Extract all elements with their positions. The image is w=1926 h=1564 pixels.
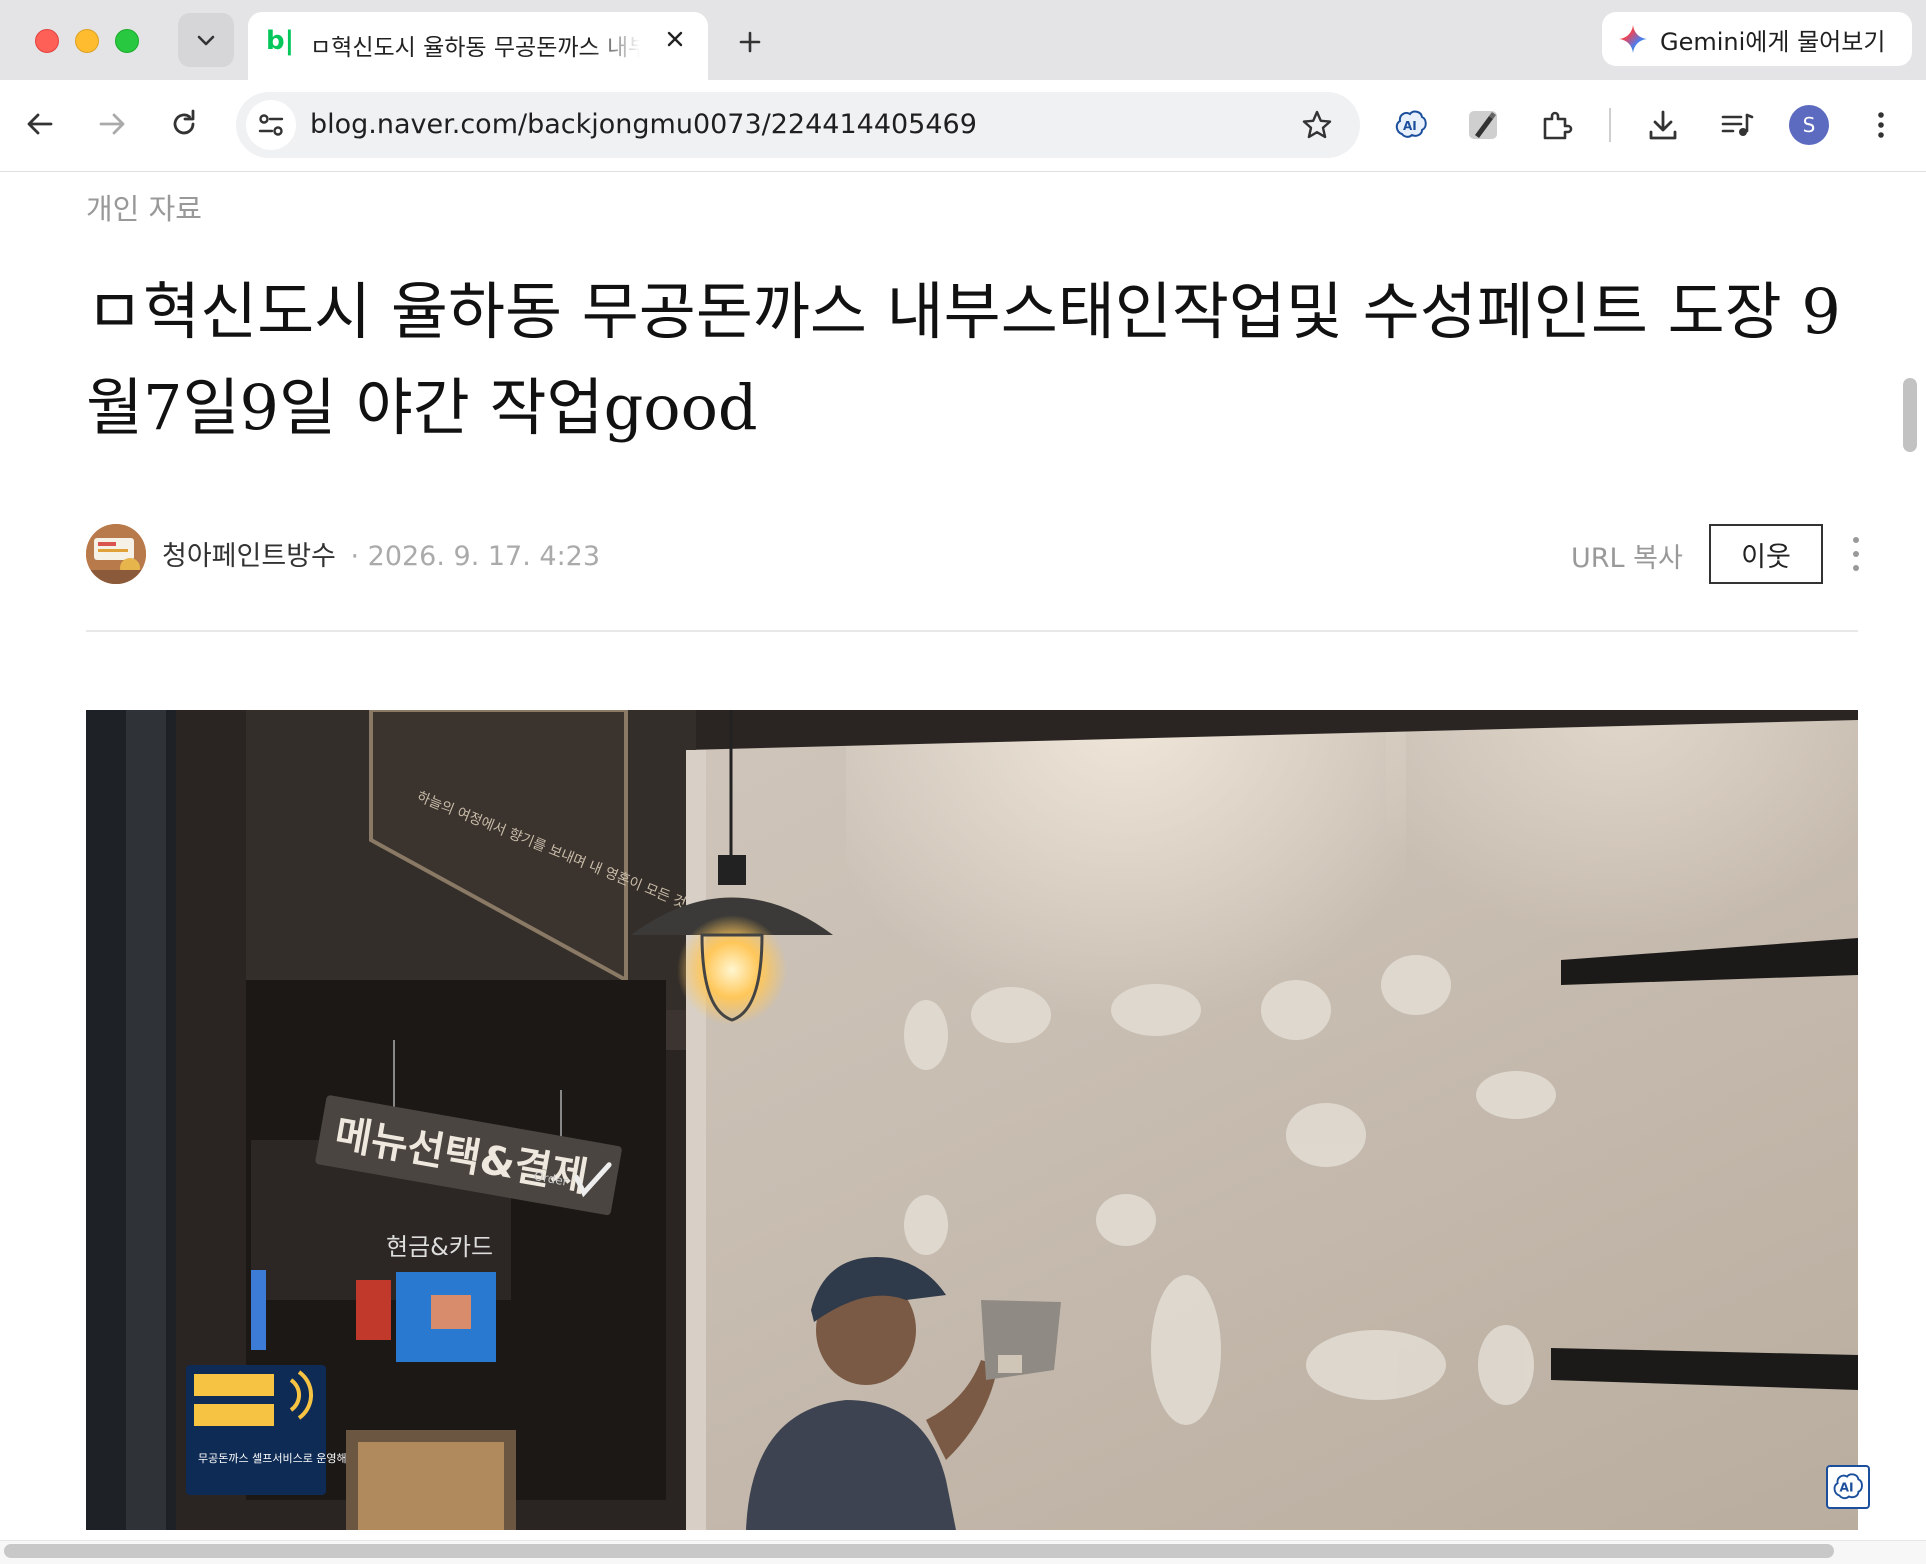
post-photo[interactable]: 하늘의 여정에서 향기를 보내며 내 영혼이 모든 것을 기억하리 메뉴선택&결…	[86, 710, 1858, 1530]
ask-gemini-button[interactable]: Gemini에게 물어보기	[1602, 12, 1912, 66]
browser-toolbar: blog.naver.com/backjongmu0073/2244144054…	[0, 80, 1926, 172]
author-meta: 청아페인트방수 · 2026. 9. 17. 4:23	[162, 534, 600, 573]
post-photo-illustration: 하늘의 여정에서 향기를 보내며 내 영혼이 모든 것을 기억하리 메뉴선택&결…	[86, 710, 1858, 1530]
tab-close-button[interactable]	[658, 22, 692, 56]
author-avatar[interactable]	[86, 524, 146, 584]
maximize-window-button[interactable]	[115, 29, 139, 53]
ai-brain-icon: AI	[1395, 110, 1427, 138]
gemini-label: Gemini에게 물어보기	[1660, 27, 1886, 56]
ai-image-badge[interactable]: AI	[1826, 1465, 1870, 1509]
post-more-button[interactable]	[1846, 534, 1866, 574]
star-icon	[1302, 110, 1332, 139]
brush-icon	[1469, 111, 1497, 139]
bookmark-button[interactable]	[1296, 104, 1338, 146]
add-neighbor-button[interactable]: 이웃	[1709, 524, 1823, 584]
kebab-menu-icon	[1853, 537, 1859, 571]
minimize-window-button[interactable]	[75, 29, 99, 53]
post-date: · 2026. 9. 17. 4:23	[350, 541, 601, 572]
header-divider	[86, 630, 1858, 632]
extensions-button[interactable]	[1534, 102, 1580, 148]
svg-text:AI: AI	[1403, 119, 1417, 133]
gemini-sparkle-icon	[1619, 25, 1647, 53]
playlist-icon	[1721, 113, 1754, 136]
tab-active[interactable]: b| ㅁ혁신도시 율하동 무공돈까스 내부스태인작업및 수성페인트 도장 9월7…	[248, 12, 708, 80]
puzzle-icon	[1543, 111, 1573, 140]
author-avatar-image	[86, 524, 146, 584]
url-copy-button[interactable]: URL 복사	[1571, 536, 1683, 575]
ai-brain-icon: AI	[1833, 1473, 1863, 1500]
ai-reader-extension-button[interactable]: AI	[1388, 102, 1434, 148]
arrow-left-icon	[27, 113, 53, 135]
plus-icon	[739, 31, 761, 53]
tab-search-button[interactable]	[178, 13, 234, 67]
reload-button[interactable]	[160, 100, 208, 148]
wifi-sign-text: 무공돈까스 셀프서비스로 운영해요!	[198, 1451, 361, 1465]
url-text: blog.naver.com/backjongmu0073/2244144054…	[310, 109, 977, 140]
post-category[interactable]: 개인 자료	[86, 186, 202, 228]
download-icon	[1649, 110, 1677, 140]
author-name[interactable]: 청아페인트방수	[162, 541, 336, 572]
chevron-down-icon	[197, 35, 215, 46]
downloads-button[interactable]	[1640, 102, 1686, 148]
profile-avatar[interactable]: S	[1789, 105, 1829, 145]
naver-blog-favicon-icon: b|	[266, 26, 295, 56]
browser-titlebar: b| ㅁ혁신도시 율하동 무공돈까스 내부스태인작업및 수성페인트 도장 9월7…	[0, 0, 1926, 80]
post-title: ㅁ혁신도시 율하동 무공돈까스 내부스태인작업및 수성페인트 도장 9월7일9일…	[86, 275, 1841, 444]
horizontal-scrollbar-thumb[interactable]	[4, 1544, 1834, 1558]
close-window-button[interactable]	[35, 29, 59, 53]
vertical-scrollbar-thumb[interactable]	[1903, 378, 1917, 452]
browser-menu-button[interactable]	[1858, 102, 1904, 148]
sign-payment: 현금&카드	[386, 1233, 493, 1261]
tab-title: ㅁ혁신도시 율하동 무공돈까스 내부스태인작업및 수성페인트 도장 9월7일9일…	[310, 35, 640, 61]
back-button[interactable]	[16, 100, 64, 148]
close-icon	[667, 31, 683, 47]
tune-icon	[258, 114, 284, 136]
site-info-button[interactable]	[246, 100, 296, 150]
reload-icon	[173, 109, 195, 135]
forward-button[interactable]	[88, 100, 136, 148]
svg-text:AI: AI	[1839, 1481, 1853, 1495]
address-bar[interactable]: blog.naver.com/backjongmu0073/2244144054…	[236, 92, 1360, 158]
media-controls-button[interactable]	[1714, 102, 1760, 148]
arrow-right-icon	[99, 113, 125, 135]
new-tab-button[interactable]	[728, 20, 772, 64]
toolbar-separator	[1609, 108, 1611, 142]
tools-extension-button[interactable]	[1460, 102, 1506, 148]
blog-post-area: 개인 자료 ㅁ혁신도시 율하동 무공돈까스 내부스태인작업및 수성페인트 도장 …	[0, 172, 1926, 1564]
kebab-menu-icon	[1878, 112, 1884, 138]
